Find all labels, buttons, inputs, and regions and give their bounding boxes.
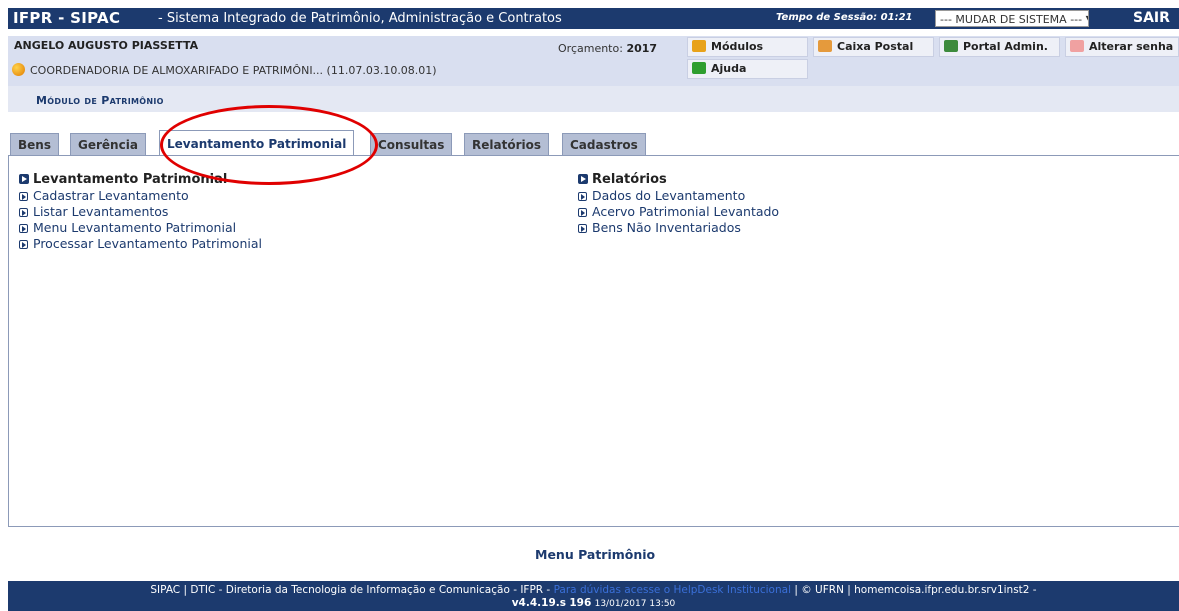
tab-gerencia[interactable]: Gerência — [70, 133, 146, 155]
brand-title: IFPR - SIPAC — [13, 9, 121, 27]
tab-consultas[interactable]: Consultas — [370, 133, 453, 155]
logout-button[interactable]: SAIR — [1133, 10, 1170, 26]
menu-item-label[interactable]: Cadastrar Levantamento — [33, 188, 189, 203]
section-relatorios: Relatórios Dados do Levantamento Acervo … — [578, 172, 779, 236]
tab-bar: Bens Gerência Levantamento Patrimonial C… — [8, 130, 1179, 156]
session-time: 01:21 — [880, 12, 913, 23]
arrow-icon — [578, 208, 587, 217]
section-title: Levantamento Patrimonial — [19, 172, 262, 187]
inbox-label: Caixa Postal — [837, 40, 914, 53]
session-label: Tempo de Sessão: — [776, 12, 878, 23]
menu-item-label[interactable]: Menu Levantamento Patrimonial — [33, 220, 236, 235]
department-name: COORDENADORIA DE ALMOXARIFADO E PATRIMÔN… — [30, 64, 437, 77]
footer-timestamp: 13/01/2017 13:50 — [594, 599, 676, 609]
user-info-bar: ANGELO AUGUSTO PIASSETTA COORDENADORIA D… — [8, 36, 1179, 86]
top-header-bar: IFPR - SIPAC - Sistema Integrado de Patr… — [8, 8, 1179, 29]
tab-relatorios[interactable]: Relatórios — [464, 133, 549, 155]
change-password-label: Alterar senha — [1089, 40, 1174, 53]
change-password-button[interactable]: Alterar senha — [1065, 37, 1179, 57]
menu-item-bens-nao-inventariados[interactable]: Bens Não Inventariados — [578, 220, 779, 236]
tab-levantamento-patrimonial[interactable]: Levantamento Patrimonial — [159, 130, 355, 156]
menu-item-processar-levantamento[interactable]: Processar Levantamento Patrimonial — [19, 236, 262, 252]
module-title-bar: Módulo de Patrimônio — [8, 86, 1179, 112]
menu-item-acervo-patrimonial[interactable]: Acervo Patrimonial Levantado — [578, 204, 779, 220]
arrow-icon — [19, 224, 28, 233]
footer: SIPAC | DTIC - Diretoria da Tecnologia d… — [8, 581, 1179, 611]
modules-label: Módulos — [711, 40, 764, 53]
section-bullet-icon — [578, 174, 588, 184]
menu-item-listar-levantamentos[interactable]: Listar Levantamentos — [19, 204, 262, 220]
section-title: Relatórios — [578, 172, 779, 187]
footer-line-1: SIPAC | DTIC - Diretoria da Tecnologia d… — [8, 584, 1179, 597]
change-system-select[interactable]: --- MUDAR DE SISTEMA --- ▼ — [935, 10, 1089, 27]
modules-button[interactable]: Módulos — [687, 37, 808, 57]
arrow-icon — [19, 192, 28, 201]
menu-item-cadastrar-levantamento[interactable]: Cadastrar Levantamento — [19, 188, 262, 204]
help-icon — [692, 62, 706, 74]
section-title-text: Levantamento Patrimonial — [33, 172, 228, 187]
session-timer: Tempo de Sessão: 01:21 — [776, 12, 913, 23]
menu-item-label[interactable]: Acervo Patrimonial Levantado — [592, 204, 779, 219]
help-button[interactable]: Ajuda — [687, 59, 808, 79]
portal-icon — [944, 40, 958, 52]
helpdesk-link[interactable]: Para dúvidas acesse o HelpDesk Instituci… — [554, 584, 791, 596]
menu-item-dados-levantamento[interactable]: Dados do Levantamento — [578, 188, 779, 204]
footer-text: SIPAC | DTIC - Diretoria da Tecnologia d… — [150, 584, 551, 596]
menu-patrimonio-link[interactable]: Menu Patrimônio — [535, 547, 655, 562]
section-title-text: Relatórios — [592, 172, 667, 187]
menu-item-menu-levantamento[interactable]: Menu Levantamento Patrimonial — [19, 220, 262, 236]
menu-item-label[interactable]: Bens Não Inventariados — [592, 220, 741, 235]
footer-version: v4.4.19.s — [511, 597, 566, 609]
user-key-icon — [1070, 40, 1084, 52]
tab-cadastros[interactable]: Cadastros — [562, 133, 646, 155]
arrow-icon — [19, 240, 28, 249]
portal-admin-label: Portal Admin. — [963, 40, 1048, 53]
budget-year: Orçamento: 2017 — [558, 42, 657, 55]
help-label: Ajuda — [711, 62, 747, 75]
budget-label: Orçamento: — [558, 42, 623, 55]
department-selector[interactable]: COORDENADORIA DE ALMOXARIFADO E PATRIMÔN… — [12, 63, 437, 77]
tab-content-panel: Levantamento Patrimonial Cadastrar Levan… — [8, 155, 1179, 527]
portal-admin-button[interactable]: Portal Admin. — [939, 37, 1060, 57]
menu-item-label[interactable]: Dados do Levantamento — [592, 188, 745, 203]
footer-build: 196 — [569, 597, 592, 609]
module-title: Módulo de Patrimônio — [36, 94, 164, 107]
switch-unit-icon[interactable] — [12, 63, 25, 76]
budget-year-value: 2017 — [626, 42, 658, 55]
inbox-button[interactable]: Caixa Postal — [813, 37, 934, 57]
modules-icon — [692, 40, 706, 52]
menu-item-label[interactable]: Listar Levantamentos — [33, 204, 168, 219]
system-subtitle: - Sistema Integrado de Patrimônio, Admin… — [158, 11, 562, 26]
arrow-icon — [578, 224, 587, 233]
tab-bens[interactable]: Bens — [10, 133, 59, 155]
arrow-icon — [578, 192, 587, 201]
footer-text-2: | © UFRN | homemcoisa.ifpr.edu.br.srv1in… — [794, 584, 1037, 596]
mailbox-icon — [818, 40, 832, 52]
arrow-icon — [19, 208, 28, 217]
menu-item-label[interactable]: Processar Levantamento Patrimonial — [33, 236, 262, 251]
section-bullet-icon — [19, 174, 29, 184]
user-name: ANGELO AUGUSTO PIASSETTA — [14, 39, 199, 52]
section-levantamento: Levantamento Patrimonial Cadastrar Levan… — [19, 172, 262, 252]
footer-line-2: v4.4.19.s 196 13/01/2017 13:50 — [8, 597, 1179, 611]
